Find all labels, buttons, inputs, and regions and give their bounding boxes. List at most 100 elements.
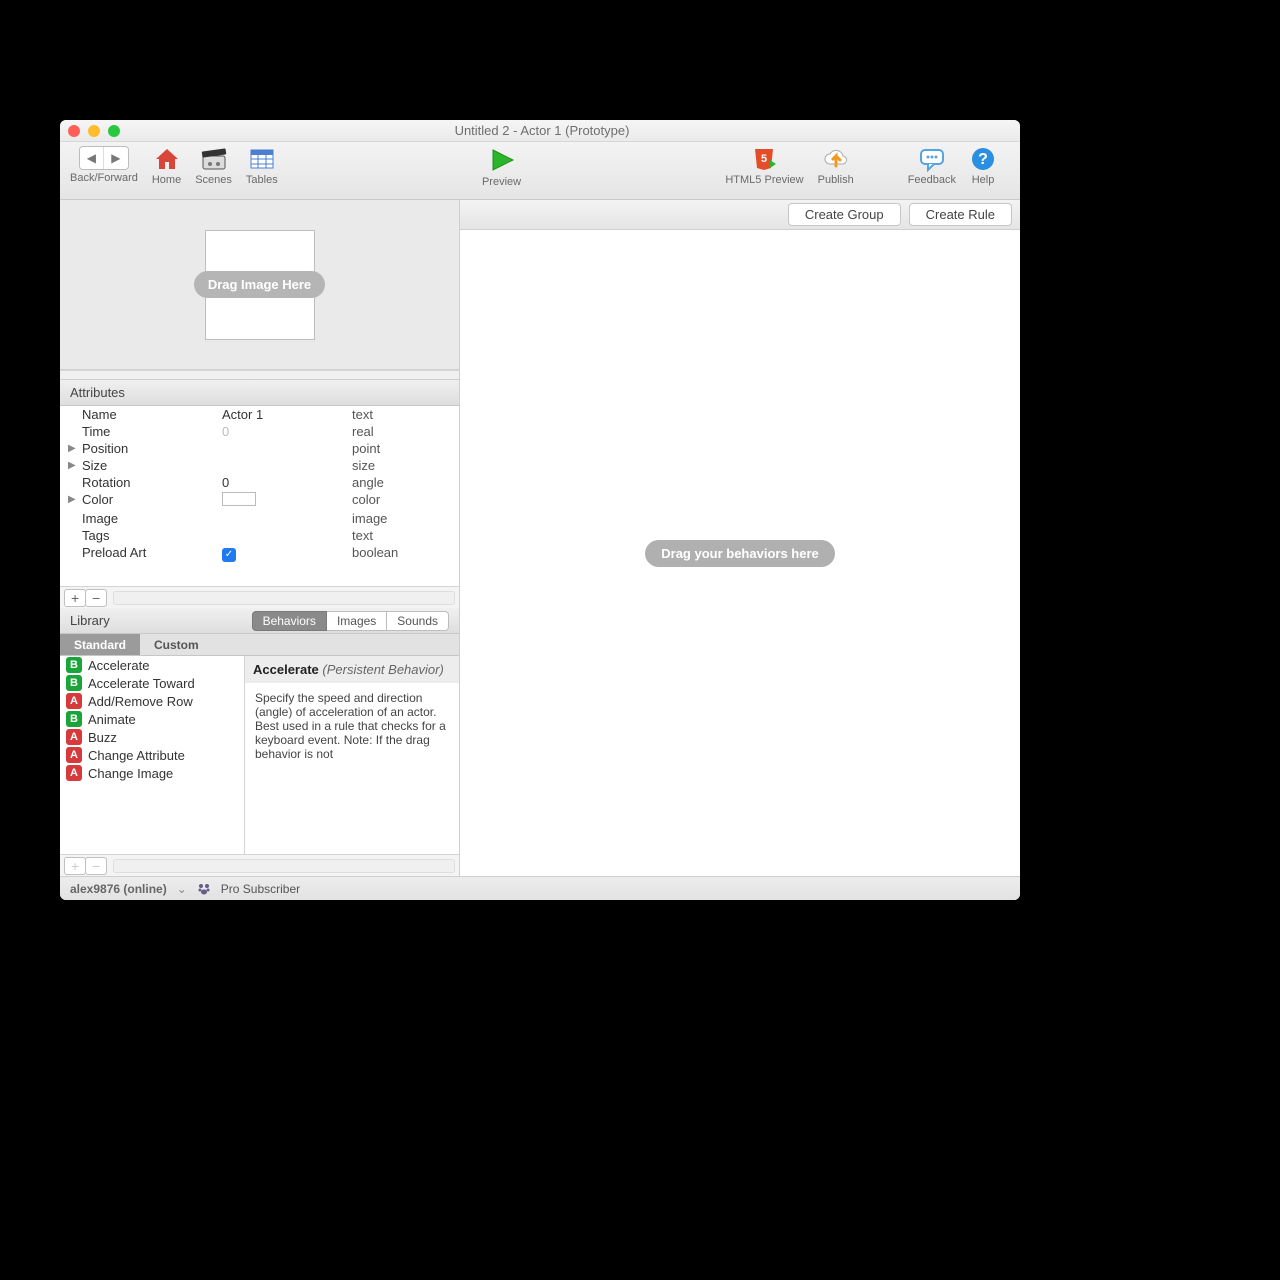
help-button[interactable]: ? Help	[970, 146, 996, 186]
attribute-row[interactable]: ▶Positionpoint	[60, 440, 459, 457]
behavior-label: Accelerate	[88, 658, 149, 673]
attribute-type: color	[352, 492, 380, 509]
publish-label: Publish	[818, 174, 854, 186]
library-tab-images[interactable]: Images	[327, 611, 387, 631]
behavior-item[interactable]: AChange Attribute	[60, 746, 244, 764]
library-subtabs: StandardCustom	[60, 634, 459, 656]
library-header: Library BehaviorsImagesSounds	[60, 608, 459, 634]
preview-button[interactable]: Preview	[482, 146, 521, 188]
attribute-row[interactable]: ▶ Size size	[60, 457, 459, 474]
titlebar: Untitled 2 - Actor 1 (Prototype)	[60, 120, 1020, 142]
attribute-name: Size	[82, 458, 222, 473]
behavior-badge-icon: A	[66, 747, 82, 763]
create-group-button[interactable]: Create Group	[788, 203, 901, 226]
speech-bubble-icon	[918, 146, 946, 172]
attribute-type: boolean	[352, 545, 398, 562]
behavior-label: Buzz	[88, 730, 117, 745]
status-user[interactable]: alex9876 (online)	[70, 882, 167, 896]
behavior-label: Change Image	[88, 766, 173, 781]
behavior-label: Accelerate Toward	[88, 676, 195, 691]
left-panel: Drag Image Here Attributes NameActor 1te…	[60, 200, 460, 876]
add-behavior-button[interactable]: +	[64, 857, 86, 875]
attribute-value[interactable]	[222, 492, 352, 509]
behavior-item[interactable]: AChange Image	[60, 764, 244, 782]
behavior-item[interactable]: BAccelerate Toward	[60, 674, 244, 692]
attribute-type: size	[352, 458, 375, 473]
disclosure-triangle-icon[interactable]: ▶	[68, 460, 76, 471]
attribute-value[interactable]: 0	[222, 424, 352, 439]
back-forward-segmented: ◀ ▶	[79, 146, 129, 170]
behavior-list[interactable]: BAccelerateBAccelerate TowardAAdd/Remove…	[60, 656, 245, 854]
add-attribute-button[interactable]: +	[64, 589, 86, 607]
behavior-label: Add/Remove Row	[88, 694, 193, 709]
remove-attribute-button[interactable]: −	[85, 589, 107, 607]
feedback-button[interactable]: Feedback	[908, 146, 956, 186]
forward-button[interactable]: ▶	[104, 147, 128, 169]
toolbar: ◀ ▶ Back/Forward Home Scenes Tables	[60, 142, 1020, 200]
disclosure-triangle-icon[interactable]: ▶	[68, 494, 76, 505]
right-panel: Create Group Create Rule Drag your behav…	[460, 200, 1020, 876]
back-forward-group: ◀ ▶ Back/Forward	[70, 146, 138, 184]
attribute-value[interactable]: Actor 1	[222, 407, 352, 422]
behavior-item[interactable]: B Animate	[60, 710, 244, 728]
publish-button[interactable]: Publish	[818, 146, 854, 186]
behavior-desc-body: Specify the speed and direction (angle) …	[255, 691, 449, 761]
chevron-down-icon[interactable]: ⌄	[177, 882, 187, 896]
attributes-table[interactable]: NameActor 1textTime0real▶Positionpoint▶S…	[60, 406, 459, 586]
status-tier: Pro Subscriber	[221, 882, 300, 896]
home-button[interactable]: Home	[152, 146, 181, 186]
behavior-item[interactable]: A Buzz	[60, 728, 244, 746]
help-icon: ?	[970, 146, 996, 172]
attribute-value[interactable]: 0	[222, 475, 352, 490]
color-swatch[interactable]	[222, 492, 256, 506]
html5-preview-button[interactable]: 5 HTML5 Preview	[725, 146, 803, 186]
close-icon[interactable]	[68, 125, 80, 137]
library-footer: + −	[60, 854, 459, 876]
horizontal-scrollbar[interactable]	[113, 591, 455, 605]
attribute-name: Position	[82, 441, 222, 456]
feedback-label: Feedback	[908, 174, 956, 186]
create-rule-button[interactable]: Create Rule	[909, 203, 1012, 226]
drag-image-hint: Drag Image Here	[194, 271, 325, 298]
attribute-row[interactable]: Preload Art✓boolean	[60, 544, 459, 563]
library-scrollbar[interactable]	[113, 859, 455, 873]
subtab-standard[interactable]: Standard	[60, 634, 140, 655]
attribute-value[interactable]: ✓	[222, 545, 352, 562]
attribute-row[interactable]: Time0real	[60, 423, 459, 440]
behavior-item[interactable]: B Accelerate	[60, 656, 244, 674]
attribute-row[interactable]: NameActor 1text	[60, 406, 459, 423]
scenes-button[interactable]: Scenes	[195, 146, 232, 186]
subtab-custom[interactable]: Custom	[140, 634, 213, 655]
minimize-icon[interactable]	[88, 125, 100, 137]
behavior-item[interactable]: AAdd/Remove Row	[60, 692, 244, 710]
library-tab-sounds[interactable]: Sounds	[387, 611, 449, 631]
tables-button[interactable]: Tables	[246, 146, 278, 186]
behaviors-drop-area[interactable]: Drag your behaviors here	[460, 230, 1020, 876]
attribute-value[interactable]	[222, 441, 352, 456]
behavior-badge-icon: B	[66, 657, 82, 673]
table-icon	[248, 146, 276, 172]
svg-text:5: 5	[761, 153, 767, 165]
attribute-value[interactable]	[222, 458, 352, 473]
library-tabs: BehaviorsImagesSounds	[252, 611, 449, 631]
attribute-type: image	[352, 511, 387, 526]
attribute-row[interactable]: Rotation0angle	[60, 474, 459, 491]
behavior-badge-icon: A	[66, 729, 82, 745]
divider-strip	[60, 370, 459, 380]
library-tab-behaviors[interactable]: Behaviors	[252, 611, 327, 631]
attribute-row[interactable]: Imageimage	[60, 510, 459, 527]
app-window: Untitled 2 - Actor 1 (Prototype) ◀ ▶ Bac…	[60, 120, 1020, 900]
disclosure-triangle-icon[interactable]: ▶	[68, 443, 76, 454]
remove-behavior-button[interactable]: −	[85, 857, 107, 875]
behavior-label: Animate	[88, 712, 136, 727]
zoom-icon[interactable]	[108, 125, 120, 137]
attribute-value[interactable]	[222, 511, 352, 526]
attribute-row[interactable]: ▶Colorcolor	[60, 491, 459, 510]
attribute-value[interactable]	[222, 528, 352, 543]
back-button[interactable]: ◀	[80, 147, 104, 169]
traffic-lights	[68, 125, 120, 137]
actor-image-well[interactable]: Drag Image Here	[60, 200, 459, 370]
attribute-row[interactable]: Tagstext	[60, 527, 459, 544]
behavior-badge-icon: B	[66, 711, 82, 727]
checkbox-checked-icon[interactable]: ✓	[222, 548, 236, 562]
